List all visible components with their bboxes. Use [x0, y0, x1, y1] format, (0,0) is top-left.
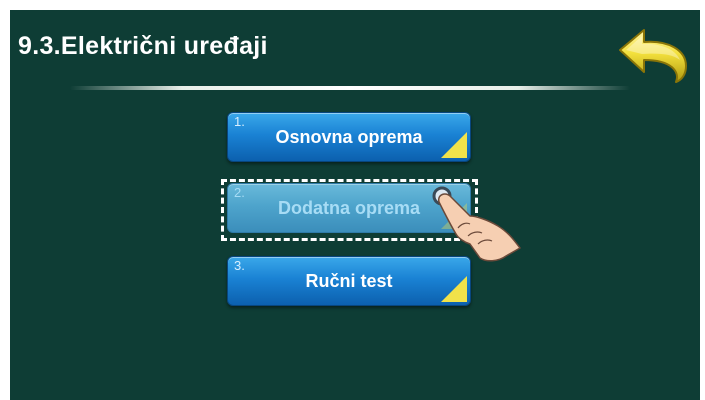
corner-triangle-icon	[441, 132, 467, 158]
title-divider	[70, 86, 630, 90]
corner-triangle-icon	[441, 276, 467, 302]
screen: 9.3.Električni uređaji 1. Osnovna oprema…	[10, 10, 700, 400]
page-title: 9.3.Električni uređaji	[18, 32, 268, 60]
back-arrow-icon	[619, 29, 687, 83]
selection-highlight	[221, 179, 478, 241]
menu-item-osnovna-oprema[interactable]: 1. Osnovna oprema	[227, 112, 471, 162]
menu-item-label: Ručni test	[305, 271, 393, 291]
menu-item-label: Osnovna oprema	[275, 127, 423, 147]
menu-item-rucni-test[interactable]: 3. Ručni test	[227, 256, 471, 306]
back-button[interactable]	[614, 24, 694, 84]
